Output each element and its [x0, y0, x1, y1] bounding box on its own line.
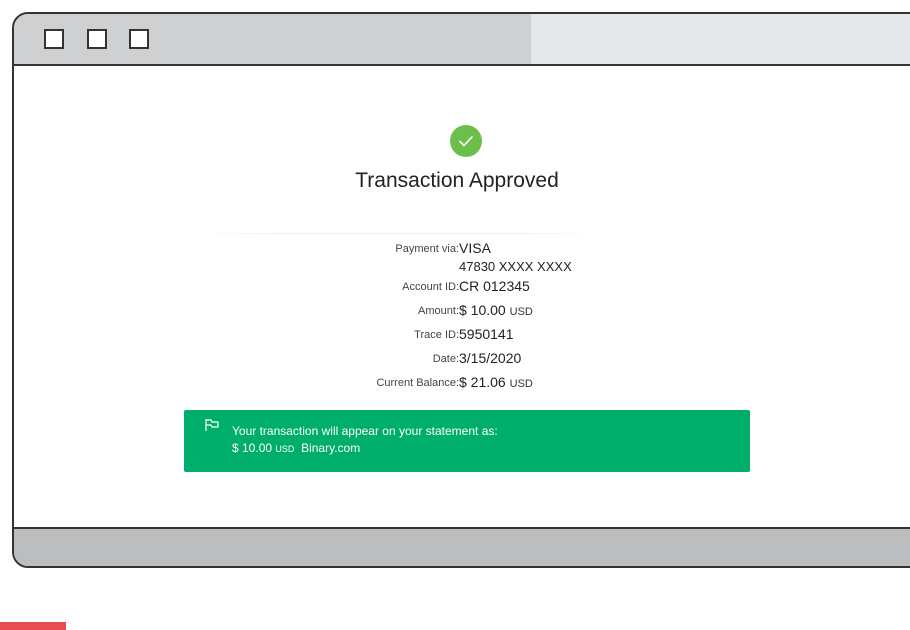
- statement-notice-banner: Your transaction will appear on your sta…: [184, 410, 750, 472]
- account-value: CR 012345: [459, 278, 530, 294]
- flag-icon: [205, 419, 219, 431]
- balance-number: $ 21.06: [459, 374, 506, 390]
- trace-row: Trace ID: 5950141: [14, 326, 910, 346]
- title-bar: [14, 14, 910, 66]
- statement-unit: USD: [275, 444, 295, 454]
- date-value: 3/15/2020: [459, 350, 522, 366]
- trace-label: Trace ID:: [414, 329, 459, 341]
- amount-value: $ 10.00 USD: [459, 302, 533, 318]
- window-button-1[interactable]: [44, 29, 64, 49]
- page-content: Transaction Approved Payment via: VISA 4…: [14, 66, 910, 531]
- balance-row: Current Balance: $ 21.06 USD: [14, 374, 910, 394]
- amount-number: $ 10.00: [459, 302, 506, 318]
- amount-row: Amount: $ 10.00 USD: [14, 302, 910, 322]
- title-bar-tab-area: [531, 14, 910, 64]
- payment-row: Payment via: VISA: [14, 240, 910, 260]
- browser-window: Transaction Approved Payment via: VISA 4…: [12, 12, 910, 568]
- statement-descriptor: $ 10.00 USD Binary.com: [232, 441, 360, 455]
- account-row: Account ID: CR 012345: [14, 278, 910, 298]
- amount-label: Amount:: [418, 305, 459, 317]
- window-button-3[interactable]: [129, 29, 149, 49]
- divider: [194, 233, 604, 234]
- balance-label: Current Balance:: [376, 377, 459, 389]
- balance-unit: USD: [509, 378, 533, 390]
- page-title: Transaction Approved: [355, 169, 559, 192]
- amount-unit: USD: [509, 306, 533, 318]
- status-bar: [14, 527, 910, 566]
- checkmark-icon: [450, 125, 482, 157]
- date-label: Date:: [432, 353, 459, 365]
- payment-value: VISA: [459, 240, 491, 256]
- statement-amount: $ 10.00: [232, 441, 273, 455]
- payment-label: Payment via:: [395, 243, 459, 255]
- statement-notice-text: Your transaction will appear on your sta…: [232, 424, 498, 438]
- trace-value: 5950141: [459, 326, 514, 342]
- balance-value: $ 21.06 USD: [459, 374, 533, 390]
- date-row: Date: 3/15/2020: [14, 350, 910, 370]
- card-number: 47830 XXXX XXXX: [459, 259, 572, 274]
- window-button-2[interactable]: [87, 29, 107, 49]
- red-tag: [0, 622, 66, 630]
- card-number-row: 47830 XXXX XXXX: [14, 259, 910, 279]
- statement-merchant: Binary.com: [301, 441, 361, 455]
- account-label: Account ID:: [402, 281, 459, 293]
